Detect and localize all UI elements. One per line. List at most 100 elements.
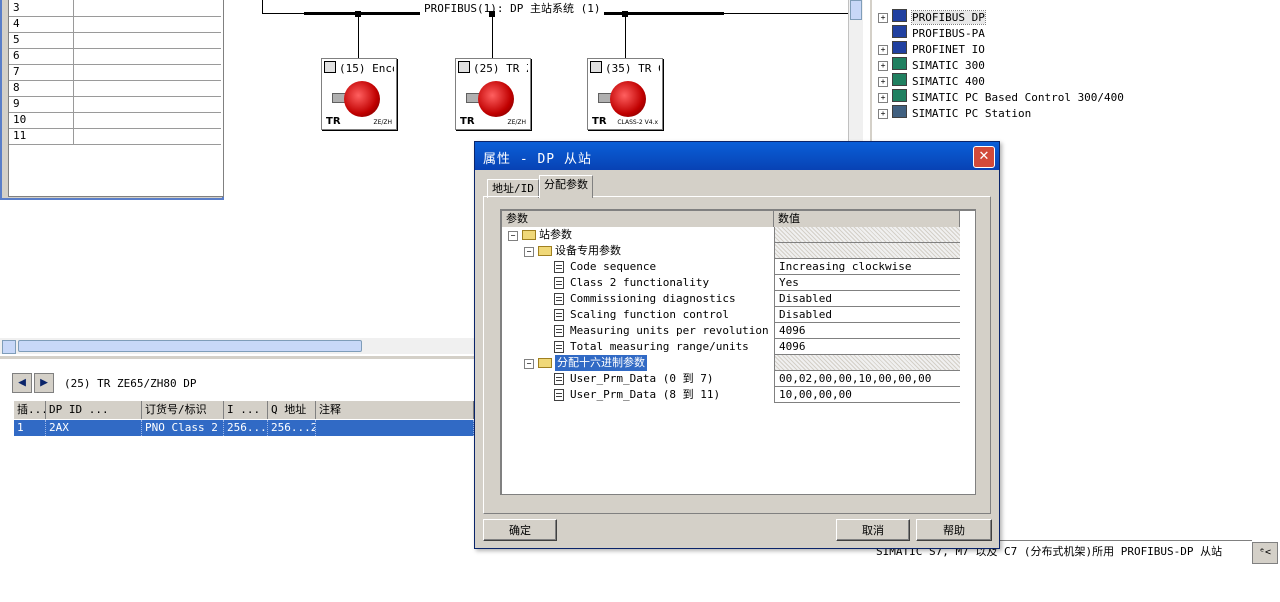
column-header[interactable]: Q 地址 [268, 401, 316, 419]
column-header-value[interactable]: 数值 [774, 211, 960, 227]
collapse-icon[interactable]: − [524, 247, 534, 257]
expand-icon[interactable]: + [878, 13, 888, 23]
table-row[interactable]: 12AXPNO Class 2256...259256...259 [14, 420, 474, 436]
parameter-name-cell: User_Prm_Data (8 到 11) [502, 387, 774, 403]
rack-slot-row[interactable]: 7 [9, 64, 221, 81]
table-cell: 256...259 [268, 420, 316, 436]
slot-number: 7 [13, 65, 20, 78]
rack-slot-row[interactable]: 3 [9, 0, 221, 17]
column-header[interactable]: 注释 [316, 401, 474, 419]
slave-header: (25) TR Z [458, 61, 528, 75]
help-button[interactable]: 帮助 [916, 519, 992, 541]
rack-slot-row[interactable]: 5 [9, 32, 221, 49]
tab-parameter-assignment[interactable]: 分配参数 [539, 175, 593, 198]
catalog-item[interactable]: + SIMATIC PC Based Control 300/400 [878, 89, 1124, 105]
table-cell [316, 420, 474, 436]
dp-slave-node[interactable]: (15) Enco TR ZE/ZH [321, 58, 397, 130]
parameter-value-cell[interactable]: Disabled [774, 291, 960, 307]
rack-slot-row[interactable]: 8 [9, 80, 221, 97]
parameter-row[interactable]: Total measuring range/units 4096 [502, 339, 960, 355]
collapse-icon[interactable]: − [524, 359, 534, 369]
parameter-value-cell[interactable]: Disabled [774, 307, 960, 323]
parameter-row[interactable]: Commissioning diagnostics Disabled [502, 291, 960, 307]
rack-slot-row[interactable]: 9 [9, 96, 221, 113]
close-icon[interactable]: ✕ [973, 146, 995, 168]
column-header[interactable]: 订货号/标识 [142, 401, 224, 419]
catalog-item[interactable]: + SIMATIC 300 [878, 57, 985, 73]
bus-drop-line [625, 14, 626, 58]
parameter-label: Commissioning diagnostics [570, 292, 736, 305]
catalog-item-label: SIMATIC PC Based Control 300/400 [912, 91, 1124, 104]
parameter-label: Code sequence [570, 260, 657, 273]
table-cell: 256...259 [224, 420, 268, 436]
back-arrow-icon[interactable]: ◀ [12, 373, 32, 393]
rack-slot-row[interactable]: 10 [9, 112, 221, 129]
column-divider [73, 0, 74, 16]
expand-icon[interactable]: + [878, 109, 888, 119]
parameter-row[interactable]: Code sequence Increasing clockwise [502, 259, 960, 275]
rack-window: 3 4 5 6 7 8 9 10 11 [0, 0, 224, 200]
dialog-titlebar[interactable]: 属性 - DP 从站 ✕ [475, 142, 999, 170]
catalog-folder-icon [892, 41, 907, 54]
catalog-item[interactable]: + PROFIBUS DP [878, 9, 986, 25]
parameter-value-cell[interactable]: 4096 [774, 323, 960, 339]
dp-slave-node[interactable]: (25) TR Z TR ZE/ZH [455, 58, 531, 130]
parameter-row[interactable]: Measuring units per revolution 4096 [502, 323, 960, 339]
parameter-doc-icon [554, 373, 564, 385]
encoder-icon [344, 81, 380, 117]
column-header-parameter[interactable]: 参数 [502, 211, 774, 227]
parameter-value-cell[interactable]: 4096 [774, 339, 960, 355]
rack-slot-row[interactable]: 6 [9, 48, 221, 65]
parameter-value-cell[interactable]: 10,00,00,00 [774, 387, 960, 403]
catalog-item[interactable]: + SIMATIC 400 [878, 73, 985, 89]
ok-button[interactable]: 确定 [483, 519, 557, 541]
scroll-thumb[interactable] [850, 0, 862, 20]
column-header[interactable]: I ... [224, 401, 268, 419]
model-label: ZE/ZH [373, 119, 392, 126]
catalog-item-label: PROFIBUS DP [911, 10, 986, 25]
parameter-row[interactable]: − 站参数 [502, 227, 960, 243]
column-header[interactable]: 插... [14, 401, 46, 419]
catalog-folder-icon [892, 105, 907, 118]
model-label: ZE/ZH [507, 119, 526, 126]
expand-icon[interactable]: + [878, 77, 888, 87]
dp-slave-node[interactable]: (35) TR C TR CLASS-2 V4.x [587, 58, 663, 130]
scroll-left-button[interactable] [2, 340, 16, 354]
rack-slot-row[interactable]: 11 [9, 128, 221, 145]
parameter-row[interactable]: User_Prm_Data (8 到 11) 10,00,00,00 [502, 387, 960, 403]
parameter-name-cell: Code sequence [502, 259, 774, 275]
detail-slave-title: (25) TR ZE65/ZH80 DP [64, 377, 197, 390]
tab-panel: 参数 数值 − 站参数 − 设备专用参数 Code sequence Increasing… [483, 196, 991, 514]
tr-logo: TR [326, 116, 341, 127]
catalog-info-toggle-button[interactable]: ᵉ< [1252, 542, 1278, 564]
catalog-item[interactable]: + SIMATIC PC Station [878, 105, 1031, 121]
expand-icon[interactable]: + [878, 45, 888, 55]
parameter-value-cell[interactable]: 00,02,00,00,10,00,00,00 [774, 371, 960, 387]
catalog-item-label: PROFIBUS-PA [912, 27, 985, 40]
slot-number: 11 [13, 129, 27, 142]
column-header[interactable]: DP ID ... [46, 401, 142, 419]
table-cell: PNO Class 2 [142, 420, 224, 436]
parameter-row[interactable]: User_Prm_Data (0 到 7) 00,02,00,00,10,00,0… [502, 371, 960, 387]
expand-icon[interactable]: + [878, 61, 888, 71]
parameter-row[interactable]: Scaling function control Disabled [502, 307, 960, 323]
column-divider [73, 112, 74, 128]
forward-arrow-icon[interactable]: ▶ [34, 373, 54, 393]
catalog-item[interactable]: + PROFINET IO [878, 41, 985, 57]
column-divider [73, 64, 74, 80]
parameter-row[interactable]: − 分配十六进制参数 [502, 355, 960, 371]
expand-icon[interactable]: + [878, 93, 888, 103]
catalog-item-label: PROFINET IO [912, 43, 985, 56]
cancel-button[interactable]: 取消 [836, 519, 910, 541]
parameter-label: Class 2 functionality [570, 276, 710, 289]
parameter-row[interactable]: Class 2 functionality Yes [502, 275, 960, 291]
scroll-thumb[interactable] [18, 340, 362, 352]
catalog-item[interactable]: PROFIBUS-PA [878, 25, 985, 41]
parameter-value-cell[interactable]: Increasing clockwise [774, 259, 960, 275]
parameter-row[interactable]: − 设备专用参数 [502, 243, 960, 259]
parameter-doc-icon [554, 341, 564, 353]
column-divider [73, 32, 74, 48]
rack-slot-row[interactable]: 4 [9, 16, 221, 33]
collapse-icon[interactable]: − [508, 231, 518, 241]
parameter-value-cell[interactable]: Yes [774, 275, 960, 291]
